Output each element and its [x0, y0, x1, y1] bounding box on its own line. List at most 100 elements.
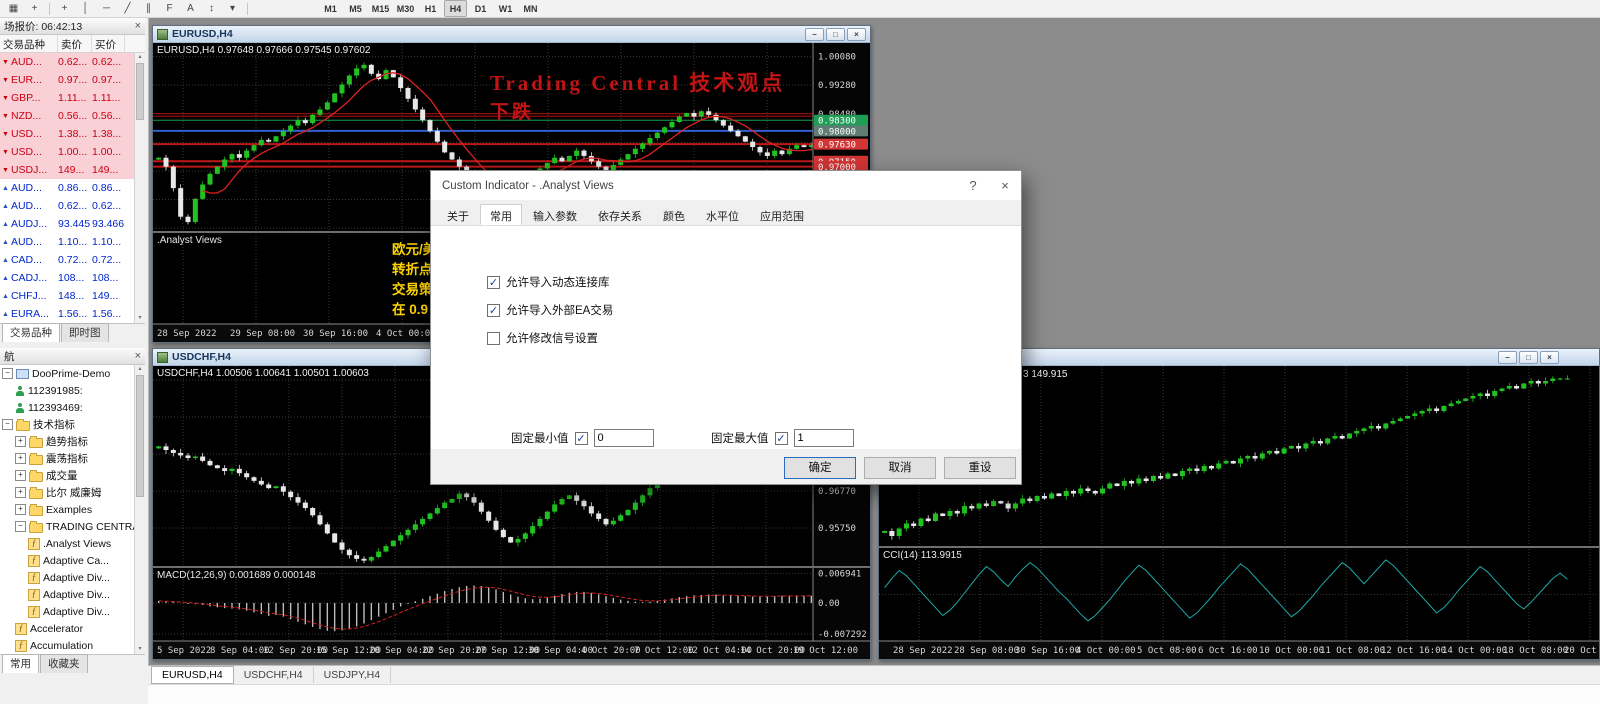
minimize-icon[interactable]: –: [805, 28, 824, 41]
market-watch-row[interactable]: ▲AUD...0.62...0.62...: [0, 197, 135, 215]
column-bid[interactable]: 卖价: [58, 35, 92, 52]
market-watch-scrollbar[interactable]: ▴▾: [134, 53, 145, 323]
navigator-item[interactable]: +比尔 威廉姆: [0, 484, 145, 501]
timeframe-button-m15[interactable]: M15: [369, 0, 392, 17]
timeframe-button-d1[interactable]: D1: [469, 0, 492, 17]
app-icon[interactable]: ▦: [4, 0, 23, 17]
dialog-titlebar[interactable]: Custom Indicator - .Analyst Views ? ×: [431, 171, 1021, 200]
window-titlebar[interactable]: EURUSD,H4 – □ ×: [153, 26, 870, 43]
dialog-tab-5[interactable]: 水平位: [696, 204, 749, 225]
cancel-button[interactable]: 取消: [864, 457, 936, 479]
market-watch-tab-0[interactable]: 交易品种: [2, 323, 60, 342]
dialog-tab-6[interactable]: 应用范围: [750, 204, 814, 225]
market-watch-row[interactable]: ▼USD...1.38...1.38...: [0, 125, 135, 143]
expand-icon[interactable]: +: [15, 436, 26, 447]
market-watch-row[interactable]: ▲CHFJ...148...149...: [0, 287, 135, 305]
navigator-scrollbar[interactable]: ▴▾: [134, 365, 145, 654]
crosshair-icon[interactable]: +: [55, 0, 74, 17]
navigator-tab-1[interactable]: 收藏夹: [40, 654, 88, 673]
timeframe-button-h1[interactable]: H1: [419, 0, 442, 17]
chart-tab-eurusd-h4[interactable]: EURUSD,H4: [151, 666, 234, 684]
ok-button[interactable]: 确定: [784, 457, 856, 479]
chart-tab-usdjpy-h4[interactable]: USDJPY,H4: [314, 667, 391, 683]
market-watch-tab-1[interactable]: 即时图: [61, 323, 109, 342]
navigator-item[interactable]: 112391985:: [0, 382, 145, 399]
navigator-item[interactable]: +震荡指标: [0, 450, 145, 467]
market-watch-row[interactable]: ▼GBP...1.11...1.11...: [0, 89, 135, 107]
navigator-item[interactable]: ƒAdaptive Div...: [0, 569, 145, 586]
collapse-icon[interactable]: −: [2, 368, 13, 379]
dialog-tab-2[interactable]: 输入参数: [523, 204, 587, 225]
collapse-icon[interactable]: −: [15, 521, 26, 532]
checkbox-icon[interactable]: ✓: [487, 304, 500, 317]
navigator-item[interactable]: +成交量: [0, 467, 145, 484]
navigator-item[interactable]: ƒAccelerator: [0, 620, 145, 637]
close-icon[interactable]: ×: [847, 28, 866, 41]
shapes-dropdown-icon[interactable]: ▾: [223, 0, 242, 17]
timeframe-button-w1[interactable]: W1: [494, 0, 517, 17]
timeframe-button-m1[interactable]: M1: [319, 0, 342, 17]
collapse-icon[interactable]: −: [2, 419, 13, 430]
horizontal-line-icon[interactable]: ─: [97, 0, 116, 17]
expand-icon[interactable]: +: [15, 470, 26, 481]
navigator-item[interactable]: ƒAdaptive Ca...: [0, 552, 145, 569]
dialog-tab-1[interactable]: 常用: [480, 204, 522, 225]
maximize-icon[interactable]: □: [826, 28, 845, 41]
arrow-icon[interactable]: ↕: [202, 0, 221, 17]
market-watch-row[interactable]: ▼USDJ...149...149...: [0, 161, 135, 179]
scroll-down-icon[interactable]: ▾: [135, 314, 145, 323]
close-icon[interactable]: ×: [989, 178, 1021, 193]
timeframe-button-mn[interactable]: MN: [519, 0, 542, 17]
close-icon[interactable]: ×: [135, 21, 141, 31]
dialog-tab-3[interactable]: 依存关系: [588, 204, 652, 225]
fixed-maximum-input[interactable]: [794, 429, 854, 447]
scroll-thumb[interactable]: [136, 63, 144, 120]
market-watch-row[interactable]: ▼AUD...0.62...0.62...: [0, 53, 135, 71]
fixed-minimum-checkbox[interactable]: ✓: [575, 432, 588, 445]
new-order-icon[interactable]: +: [25, 0, 44, 17]
navigator-item[interactable]: ƒAccumulation: [0, 637, 145, 654]
checkbox-icon[interactable]: [487, 332, 500, 345]
timeframe-button-m5[interactable]: M5: [344, 0, 367, 17]
market-watch-row[interactable]: ▼USD...1.00...1.00...: [0, 143, 135, 161]
market-watch-row[interactable]: ▲EURA...1.56...1.56...: [0, 305, 135, 323]
navigator-item[interactable]: ƒAdaptive Div...: [0, 586, 145, 603]
expand-icon[interactable]: +: [15, 504, 26, 515]
market-watch-header[interactable]: 场报价: 06:42:13 ×: [0, 18, 145, 35]
fibonacci-icon[interactable]: F: [160, 0, 179, 17]
navigator-item[interactable]: ƒ.Analyst Views: [0, 535, 145, 552]
market-watch-row[interactable]: ▲CAD...0.72...0.72...: [0, 251, 135, 269]
scroll-down-icon[interactable]: ▾: [135, 645, 145, 654]
fixed-maximum-checkbox[interactable]: ✓: [775, 432, 788, 445]
market-watch-row[interactable]: ▼NZD...0.56...0.56...: [0, 107, 135, 125]
navigator-item[interactable]: +趋势指标: [0, 433, 145, 450]
dialog-tab-4[interactable]: 颜色: [653, 204, 695, 225]
minimize-icon[interactable]: –: [1498, 351, 1517, 364]
column-symbol[interactable]: 交易品种: [0, 35, 58, 52]
timeframe-button-m30[interactable]: M30: [394, 0, 417, 17]
reset-button[interactable]: 重设: [944, 457, 1016, 479]
scroll-up-icon[interactable]: ▴: [135, 365, 145, 374]
close-icon[interactable]: ×: [135, 351, 141, 361]
scroll-thumb[interactable]: [136, 375, 144, 497]
help-icon[interactable]: ?: [957, 178, 989, 193]
navigator-item[interactable]: 112393469:: [0, 399, 145, 416]
trendline-icon[interactable]: ╱: [118, 0, 137, 17]
navigator-header[interactable]: 航 ×: [0, 348, 145, 365]
expand-icon[interactable]: +: [15, 453, 26, 464]
maximize-icon[interactable]: □: [1519, 351, 1538, 364]
scroll-up-icon[interactable]: ▴: [135, 53, 145, 62]
chart-tab-usdchf-h4[interactable]: USDCHF,H4: [234, 667, 314, 683]
navigator-item[interactable]: ƒAdaptive Div...: [0, 603, 145, 620]
timeframe-button-h4[interactable]: H4: [444, 0, 467, 17]
navigator-item[interactable]: −技术指标: [0, 416, 137, 433]
market-watch-row[interactable]: ▲AUD...1.10...1.10...: [0, 233, 135, 251]
market-watch-row[interactable]: ▲AUD...0.86...0.86...: [0, 179, 135, 197]
channel-icon[interactable]: ∥: [139, 0, 158, 17]
market-watch-row[interactable]: ▲CADJ...108...108...: [0, 269, 135, 287]
dialog-tab-0[interactable]: 关于: [437, 204, 479, 225]
vertical-line-icon[interactable]: │: [76, 0, 95, 17]
market-watch-row[interactable]: ▲AUDJ...93.44593.466: [0, 215, 135, 233]
close-icon[interactable]: ×: [1540, 351, 1559, 364]
navigator-item[interactable]: −TRADING CENTRAL: [0, 518, 145, 535]
